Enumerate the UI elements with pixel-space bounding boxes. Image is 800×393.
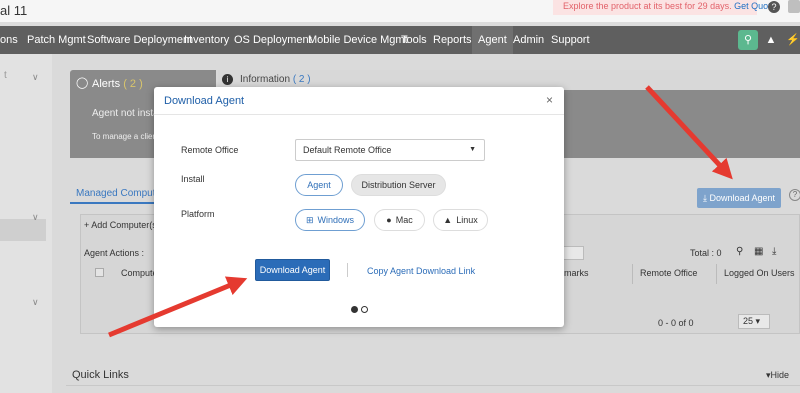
windows-icon: ⊞ [305,215,314,225]
export-icon[interactable]: ⤓ [772,246,776,257]
carousel-dot[interactable] [361,306,368,313]
column-header-remote-office[interactable]: Remote Office [640,268,697,278]
nav-item-inventory[interactable]: Inventory [184,26,229,54]
install-option-agent[interactable]: Agent [295,174,343,196]
nav-item-os-deployment[interactable]: OS Deployment [234,26,312,54]
alerts-count: ( 2 ) [123,78,143,90]
trial-banner: Explore the product at its best for 29 d… [553,0,776,15]
nav-item-agent[interactable]: Agent [472,26,513,54]
top-bar: al 11 Explore the product at its best fo… [0,0,800,22]
nav-item-reports[interactable]: Reports [433,26,472,54]
install-label: Install [181,174,205,184]
platform-label: Platform [181,209,215,219]
app-title: al 11 [0,3,28,18]
nav-item-support[interactable]: Support [551,26,590,54]
alerts-message: Agent not insta [92,108,159,119]
hide-quick-links[interactable]: ▾Hide [766,370,789,381]
column-header-computer[interactable]: Compute [121,268,158,278]
column-header-remarks[interactable]: marks [564,268,589,278]
sidebar-item-selected[interactable] [0,219,46,241]
sidebar-item-label: t [4,70,7,81]
main-nav: ons Patch Mgmt Software Deployment Inven… [0,26,800,54]
alerts-title: Alerts [92,78,121,90]
remote-office-label: Remote Office [181,145,239,155]
total-count: Total : 0 [690,248,722,258]
nav-item-software-deployment[interactable]: Software Deployment [87,26,192,54]
information-title: Information ( 2 ) [240,74,311,85]
hide-label: Hide [770,370,790,380]
search-icon[interactable]: ⚲ [736,246,743,257]
download-agent-label: Download Agent [709,193,776,203]
nav-item-mobile-device-mgmt[interactable]: Mobile Device Mgmt [308,26,408,54]
trial-text: Explore the product at its best for 29 d… [563,1,732,11]
divider [347,263,348,277]
select-all-checkbox[interactable] [95,268,104,277]
nav-item-admin[interactable]: Admin [513,26,544,54]
alerts-header: Alerts ( 2 ) [92,78,143,90]
chevron-down-icon[interactable]: ∨ [32,72,39,83]
platform-option-windows[interactable]: ⊞ Windows [295,209,365,231]
help-icon[interactable]: ? [789,189,800,201]
install-option-distribution-server[interactable]: Distribution Server [351,174,446,196]
platform-mac-label: Mac [395,215,413,225]
close-icon[interactable]: × [546,93,553,107]
copy-agent-download-link[interactable]: Copy Agent Download Link [367,266,475,276]
search-icon[interactable]: ⚲ [738,30,758,50]
tab-managed-computers[interactable]: Managed Computers [70,182,156,204]
information-title-text: Information [240,74,291,85]
pager-info: 0 - 0 of 0 [658,318,694,328]
platform-option-linux[interactable]: ▲ Linux [433,209,488,231]
user-avatar-icon[interactable] [788,0,800,13]
alerts-subtext: To manage a client [92,132,160,141]
download-agent-dialog: Download Agent × Remote Office Default R… [154,87,564,327]
chevron-down-icon[interactable]: ∨ [32,212,39,223]
information-count: ( 2 ) [292,74,311,85]
nav-item-tools[interactable]: Tools [401,26,427,54]
quick-links-title: Quick Links [72,369,129,381]
info-icon: i [222,74,233,85]
divider [66,385,800,386]
remote-office-value: Default Remote Office [303,145,392,155]
column-divider [632,264,633,284]
help-icon[interactable]: ? [768,1,780,13]
platform-option-mac[interactable]: ● Mac [374,209,425,231]
download-agent-button[interactable]: ⤓ Download Agent [697,188,781,208]
bell-icon: ◯ [76,77,89,89]
nav-item-patch-mgmt[interactable]: Patch Mgmt [27,26,86,54]
linux-icon: ▲ [443,215,453,225]
column-header-logged-on-users[interactable]: Logged On Users [724,268,795,278]
carousel-dot-active[interactable] [351,306,358,313]
download-agent-submit-button[interactable]: Download Agent [255,259,330,281]
page-size-value: 25 [743,316,754,326]
platform-windows-label: Windows [317,215,355,225]
lightning-icon[interactable]: ⚡ [783,30,800,50]
dialog-title: Download Agent [164,95,245,107]
rocket-icon[interactable]: ▲ [761,30,781,50]
chevron-down-icon[interactable]: ∨ [32,297,39,308]
page-size-select[interactable]: 25 ▾ [738,314,770,329]
nav-item-configurations[interactable]: ons [0,26,18,54]
add-computers-button[interactable]: + Add Computer(s [84,220,157,230]
apple-icon: ● [386,215,392,225]
dialog-header: Download Agent × [154,87,564,115]
remote-office-select[interactable]: Default Remote Office ▼ [295,139,485,161]
table-view-icon[interactable]: ▦ [754,246,763,257]
sidebar: t ∨ ∨ ∨ [0,54,52,393]
column-divider [716,264,717,284]
caret-down-icon: ▼ [469,146,476,153]
agent-actions-label: Agent Actions : [84,248,145,258]
platform-linux-label: Linux [456,215,478,225]
